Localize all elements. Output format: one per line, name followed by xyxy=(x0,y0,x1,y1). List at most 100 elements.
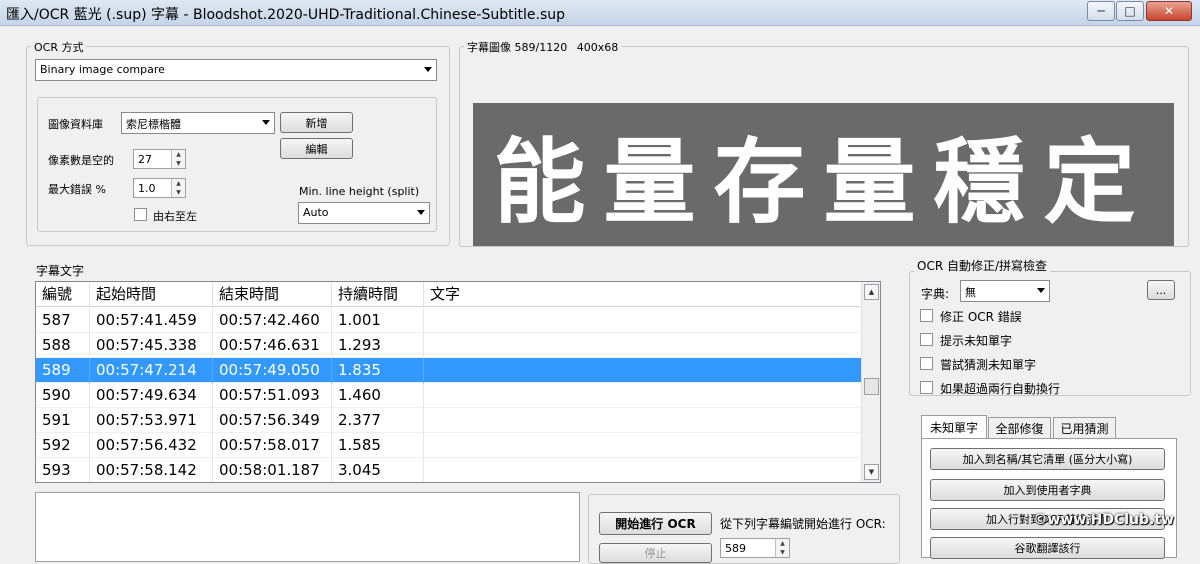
tab-unknown-words[interactable]: 未知單字 xyxy=(921,415,987,439)
fix-ocr-errors-label: 修正 OCR 錯誤 xyxy=(940,310,1022,324)
add-to-names-button[interactable]: 加入到名稱/其它清單 (區分大小寫) xyxy=(930,448,1165,470)
tab-guesses-used[interactable]: 已用猜測 xyxy=(1053,417,1116,439)
cell-text xyxy=(424,383,862,408)
cell-duration: 1.460 xyxy=(332,383,424,408)
cell-duration: 1.835 xyxy=(332,358,424,383)
spin-up-icon[interactable]: ▲ xyxy=(171,179,185,188)
google-translate-line-button[interactable]: 谷歌翻譯該行 xyxy=(930,537,1165,559)
start-ocr-button[interactable]: 開始進行 OCR xyxy=(599,512,712,535)
chevron-down-icon xyxy=(1037,288,1045,293)
maximize-icon: □ xyxy=(1124,4,1136,18)
dictionary-select[interactable]: 無 xyxy=(960,280,1050,302)
min-line-height-select[interactable]: Auto xyxy=(298,202,430,224)
close-icon: ✕ xyxy=(1163,4,1175,18)
ocr-text-preview[interactable] xyxy=(35,492,580,562)
cell-end-time: 00:57:58.017 xyxy=(213,433,332,458)
cell-start-time: 00:57:45.338 xyxy=(90,333,213,358)
auto-break-lines-checkbox[interactable] xyxy=(920,381,933,394)
tab-all-fixes[interactable]: 全部修復 xyxy=(988,417,1051,439)
vertical-scrollbar[interactable]: ▲ ▼ xyxy=(861,282,880,482)
new-db-button[interactable]: 新增 xyxy=(280,112,353,133)
cell-end-time: 00:57:42.460 xyxy=(213,308,332,333)
cell-text xyxy=(424,458,862,482)
pixels-space-value: 27 xyxy=(138,153,152,166)
scroll-down-icon[interactable]: ▼ xyxy=(864,464,879,480)
cell-text xyxy=(424,358,862,383)
cell-number: 590 xyxy=(36,383,90,408)
cell-duration: 1.001 xyxy=(332,308,424,333)
max-error-value: 1.0 xyxy=(138,182,156,195)
cell-duration: 1.585 xyxy=(332,433,424,458)
column-header-end[interactable]: 結束時間 xyxy=(213,282,332,307)
cell-start-time: 00:57:41.459 xyxy=(90,308,213,333)
add-to-user-dictionary-button[interactable]: 加入到使用者字典 xyxy=(930,479,1165,501)
fix-ocr-errors-checkbox[interactable] xyxy=(920,309,933,322)
scroll-up-icon[interactable]: ▲ xyxy=(864,284,879,300)
subtitle-size-info: 400x68 xyxy=(576,41,619,54)
cell-number: 592 xyxy=(36,433,90,458)
table-row[interactable]: 590 00:57:49.634 00:57:51.093 1.460 xyxy=(36,383,862,408)
subtitle-image-group-label: 字幕圖像 589/1120 400x68 xyxy=(464,39,622,55)
start-from-value: 589 xyxy=(725,542,746,555)
cell-text xyxy=(424,408,862,433)
table-row[interactable]: 588 00:57:45.338 00:57:46.631 1.293 xyxy=(36,333,862,358)
cell-end-time: 00:57:51.093 xyxy=(213,383,332,408)
cell-number: 591 xyxy=(36,408,90,433)
minimize-icon: ─ xyxy=(1097,4,1105,18)
stop-ocr-button: 停止 xyxy=(599,543,712,563)
spin-up-icon[interactable]: ▲ xyxy=(775,539,789,548)
ocr-method-value: Binary image compare xyxy=(40,63,165,76)
subtitle-list[interactable]: 編號 起始時間 結束時間 持續時間 文字 587 00:57:41.459 00:5… xyxy=(35,281,881,483)
cell-start-time: 00:57:49.634 xyxy=(90,383,213,408)
cell-start-time: 00:57:58.142 xyxy=(90,458,213,482)
window-title: 匯入/OCR 藍光 (.sup) 字幕 - Bloodshot.2020-UHD… xyxy=(6,7,566,23)
max-error-stepper[interactable]: 1.0 ▲ ▼ xyxy=(133,178,186,198)
start-from-stepper[interactable]: 589 ▲ ▼ xyxy=(720,538,790,558)
image-db-value: 索尼標楷體 xyxy=(126,118,181,131)
rtl-checkbox[interactable] xyxy=(134,208,147,221)
minimize-button[interactable]: ─ xyxy=(1087,1,1115,21)
cell-text xyxy=(424,433,862,458)
dictionary-value: 無 xyxy=(965,286,976,299)
title-bar: 匯入/OCR 藍光 (.sup) 字幕 - Bloodshot.2020-UHD… xyxy=(0,0,1200,26)
column-header-number[interactable]: 編號 xyxy=(36,282,90,307)
pixels-space-label: 像素數是空的 xyxy=(48,154,114,167)
list-header: 編號 起始時間 結束時間 持續時間 文字 xyxy=(36,282,862,307)
column-header-duration[interactable]: 持續時間 xyxy=(332,282,424,307)
cell-end-time: 00:57:46.631 xyxy=(213,333,332,358)
prompt-unknown-words-label: 提示未知單字 xyxy=(940,334,1013,348)
close-button[interactable]: ✕ xyxy=(1146,1,1192,21)
prompt-unknown-words-checkbox[interactable] xyxy=(920,333,933,346)
browse-dictionary-button[interactable]: ... xyxy=(1147,280,1175,300)
chevron-down-icon xyxy=(424,67,432,72)
chevron-down-icon xyxy=(417,210,425,215)
max-error-label: 最大錯誤 % xyxy=(48,183,106,196)
edit-db-button[interactable]: 編輯 xyxy=(280,138,353,159)
ocr-method-select[interactable]: Binary image compare xyxy=(35,59,437,81)
cell-number: 588 xyxy=(36,333,90,358)
table-row[interactable]: 593 00:57:58.142 00:58:01.187 3.045 xyxy=(36,458,862,482)
spin-down-icon[interactable]: ▼ xyxy=(171,188,185,197)
column-header-start[interactable]: 起始時間 xyxy=(90,282,213,307)
min-line-height-value: Auto xyxy=(303,206,329,219)
start-from-label: 從下列字幕編號開始進行 OCR: xyxy=(720,517,886,531)
image-db-select[interactable]: 索尼標楷體 xyxy=(121,112,275,134)
pixels-space-stepper[interactable]: 27 ▲ ▼ xyxy=(133,149,186,169)
dictionary-label: 字典: xyxy=(921,287,950,301)
table-row[interactable]: 592 00:57:56.432 00:57:58.017 1.585 xyxy=(36,433,862,458)
maximize-button[interactable]: □ xyxy=(1116,1,1144,21)
guess-unknown-words-checkbox[interactable] xyxy=(920,357,933,370)
spin-up-icon[interactable]: ▲ xyxy=(171,150,185,159)
cell-duration: 3.045 xyxy=(332,458,424,482)
table-row-selected[interactable]: 589 00:57:47.214 00:57:49.050 1.835 xyxy=(36,358,862,383)
spin-down-icon[interactable]: ▼ xyxy=(775,548,789,557)
table-row[interactable]: 591 00:57:53.971 00:57:56.349 2.377 xyxy=(36,408,862,433)
scrollbar-thumb[interactable] xyxy=(864,378,879,395)
cell-end-time: 00:57:56.349 xyxy=(213,408,332,433)
cell-number: 589 xyxy=(36,358,90,383)
column-header-text[interactable]: 文字 xyxy=(424,282,862,307)
spin-down-icon[interactable]: ▼ xyxy=(171,159,185,168)
table-row[interactable]: 587 00:57:41.459 00:57:42.460 1.001 xyxy=(36,308,862,333)
image-db-label: 圖像資料庫 xyxy=(48,118,103,131)
subtitle-text-group-label: 字幕文字 xyxy=(33,262,88,279)
